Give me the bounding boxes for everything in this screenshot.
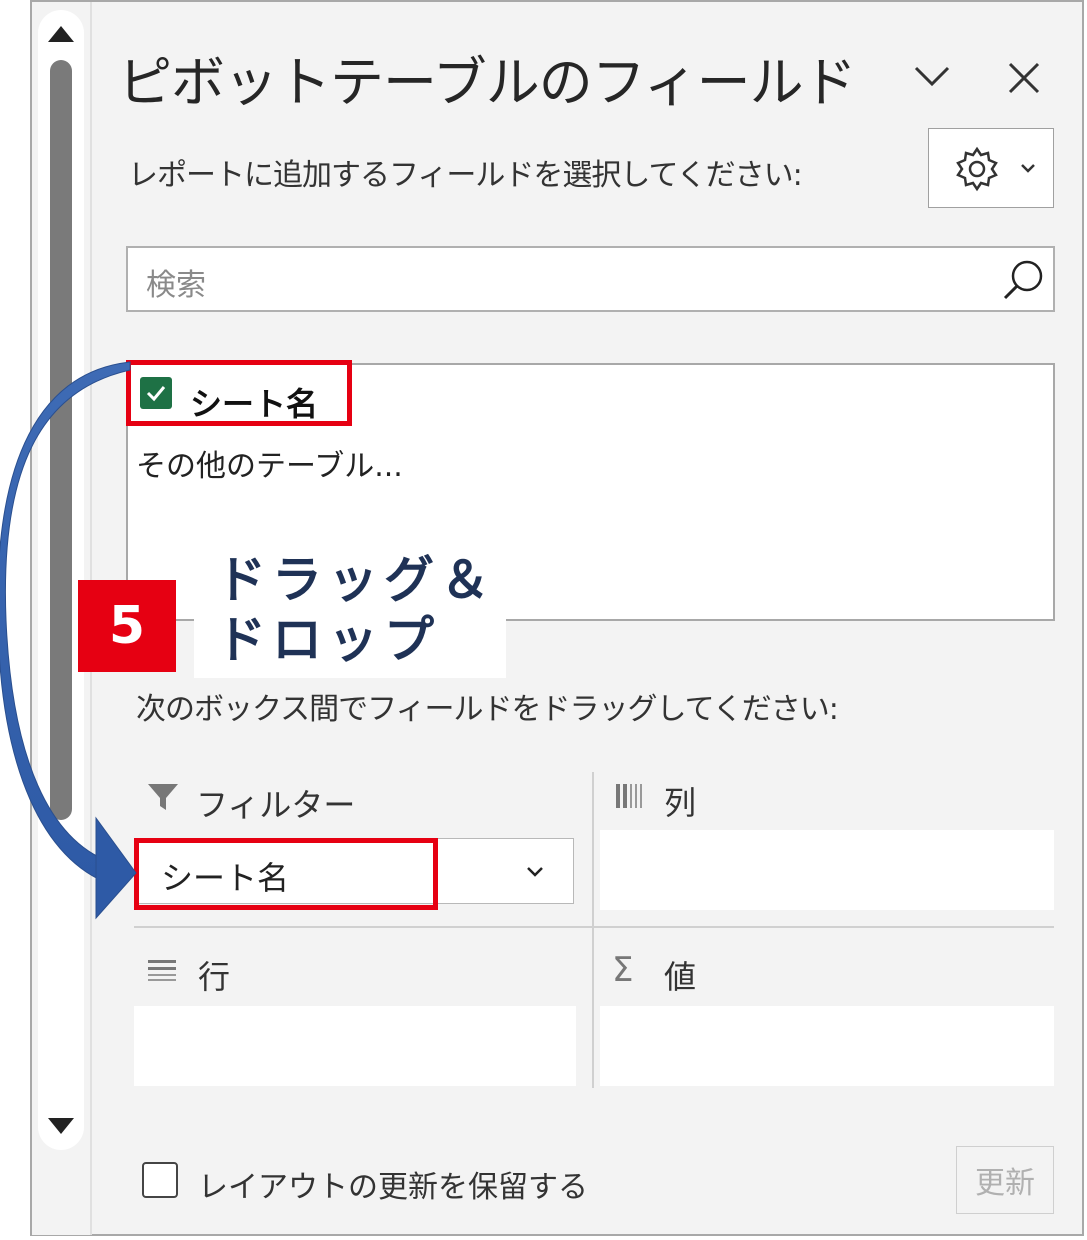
drag-arrow: [0, 361, 137, 920]
drag-arrow-head: [95, 816, 137, 920]
drag-arrow-shaft: [0, 361, 131, 885]
